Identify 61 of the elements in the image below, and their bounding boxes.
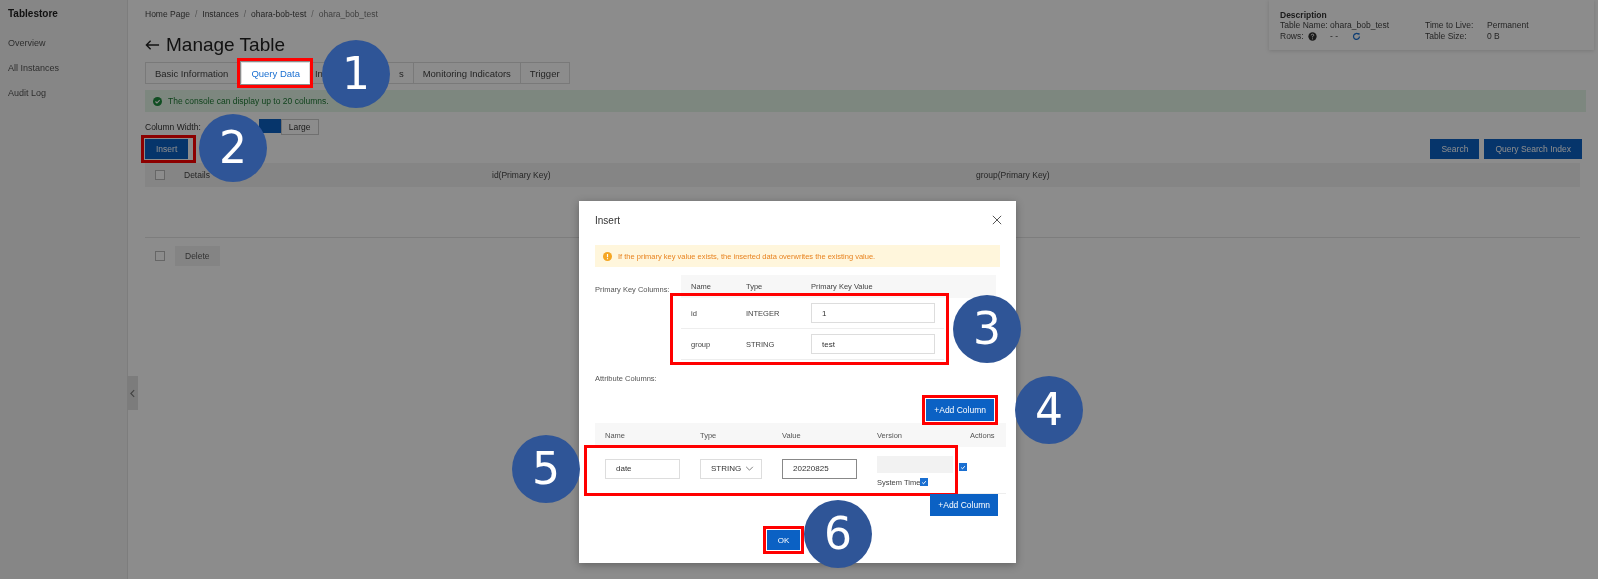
help-icon	[1307, 31, 1317, 41]
name-field[interactable]: date	[605, 458, 680, 479]
checkbox[interactable]	[959, 463, 967, 471]
column-header: Details	[184, 170, 211, 180]
column-header: id(Primary Key)	[492, 170, 552, 180]
dropdown-value: STRING	[711, 464, 742, 473]
field-label: Rows:	[1280, 31, 1304, 41]
breadcrumb-link[interactable]: ohara_bob_test	[318, 9, 378, 19]
insert-button[interactable]: Insert	[145, 139, 189, 159]
sidebar-item[interactable]: Audit Log	[8, 88, 127, 98]
close-icon[interactable]	[992, 215, 1002, 225]
search-button[interactable]: Search	[1430, 139, 1480, 159]
checkbox[interactable]	[920, 478, 929, 486]
sidebar-item[interactable]: Overview	[8, 38, 127, 48]
breadcrumb-link[interactable]: ohara-bob-test	[251, 9, 307, 19]
ok-button[interactable]: OK	[766, 530, 801, 550]
step-number-badge: 5	[512, 435, 580, 503]
tab[interactable]: Trigger	[519, 62, 570, 84]
warning-icon	[603, 251, 612, 261]
breadcrumb-separator: /	[311, 9, 314, 19]
width-option[interactable]: Large	[280, 119, 319, 135]
tab[interactable]: Query Data	[241, 62, 310, 84]
sidebar-item[interactable]: All Instances	[8, 63, 127, 73]
product-title: Tablestore	[8, 8, 59, 19]
field-value: 0 B	[1487, 31, 1501, 41]
width-option[interactable]	[258, 119, 281, 133]
field-value: Permanent	[1487, 20, 1530, 30]
query-search-index-button[interactable]: Query Search Index	[1484, 139, 1582, 159]
field-value: ohara_bob_test	[1330, 20, 1391, 30]
field-value: - -	[1330, 31, 1339, 41]
checkbox[interactable]	[155, 251, 165, 261]
field-label: Table Size:	[1425, 31, 1468, 41]
add-column-button[interactable]: +Add Column	[930, 494, 998, 516]
page-title: Manage Table	[166, 34, 286, 56]
value-field[interactable]: test	[811, 334, 935, 354]
breadcrumb-link[interactable]: Instances	[202, 9, 239, 19]
chevron-left-icon	[130, 388, 135, 398]
value-field[interactable]: 1	[811, 303, 935, 323]
tab[interactable]: Basic Information	[145, 62, 239, 84]
type-dropdown[interactable]: STRING	[700, 458, 762, 479]
add-column-button[interactable]: +Add Column	[926, 399, 994, 421]
column-width-label: Column Width:	[145, 122, 201, 132]
column-header: group(Primary Key)	[976, 170, 1050, 180]
collapse-handle[interactable]	[127, 376, 138, 410]
back-arrow-icon[interactable]	[145, 39, 160, 51]
check-circle-icon	[153, 96, 162, 106]
step-number-badge: 4	[1015, 376, 1083, 444]
breadcrumb-separator: /	[194, 9, 198, 19]
checkbox[interactable]	[155, 170, 165, 180]
description-title: Description	[1280, 11, 1328, 20]
tab[interactable]: Monitoring Indicators	[412, 62, 521, 84]
chevron-down-icon	[745, 466, 754, 471]
notice-text: The console can display up to 20 columns.	[168, 96, 329, 106]
breadcrumb-separator: /	[243, 9, 247, 19]
field-label: Table Name:	[1280, 20, 1329, 30]
refresh-icon[interactable]	[1352, 31, 1362, 41]
breadcrumb-link[interactable]: Home Page	[145, 9, 190, 19]
tab-label[interactable]: s	[398, 63, 404, 83]
field-label: Time to Live:	[1425, 20, 1475, 30]
dialog-title: Insert	[595, 214, 620, 226]
value-field[interactable]: 20220825	[782, 458, 857, 479]
